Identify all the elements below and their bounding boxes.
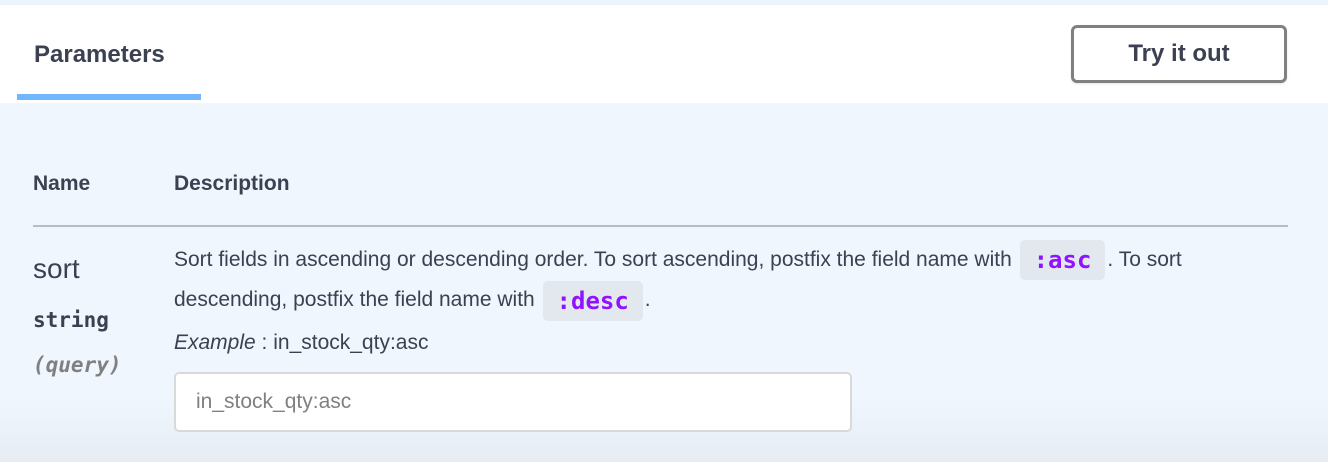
header-divider	[33, 225, 1288, 227]
sort-input[interactable]	[174, 372, 852, 432]
code-desc: :desc	[542, 280, 643, 321]
tab-active-indicator	[17, 94, 201, 100]
parameter-example: Example : in_stock_qty:asc	[174, 331, 428, 355]
description-text: Sort fields in ascending or descending o…	[174, 248, 1018, 271]
example-label: Example	[174, 331, 256, 354]
parameter-name: sort	[33, 253, 80, 284]
example-value: in_stock_qty:asc	[273, 331, 429, 354]
example-separator: :	[255, 331, 274, 354]
code-asc: :asc	[1019, 240, 1106, 281]
tab-parameters-label: Parameters	[34, 41, 165, 68]
column-header-description: Description	[174, 172, 290, 195]
parameter-type: string	[33, 308, 109, 332]
tab-parameters[interactable]: Parameters	[17, 5, 201, 100]
parameters-panel: Parameters Try it out Name Description s…	[0, 0, 1328, 462]
try-it-out-button[interactable]: Try it out	[1071, 25, 1287, 83]
column-header-name: Name	[33, 172, 91, 195]
parameters-table: Name Description sort string (query) Sor…	[0, 103, 1328, 462]
parameter-location: (query)	[33, 353, 122, 377]
parameter-description: Sort fields in ascending or descending o…	[174, 240, 1294, 321]
description-text: .	[644, 288, 651, 312]
parameters-header: Parameters Try it out	[0, 5, 1328, 103]
